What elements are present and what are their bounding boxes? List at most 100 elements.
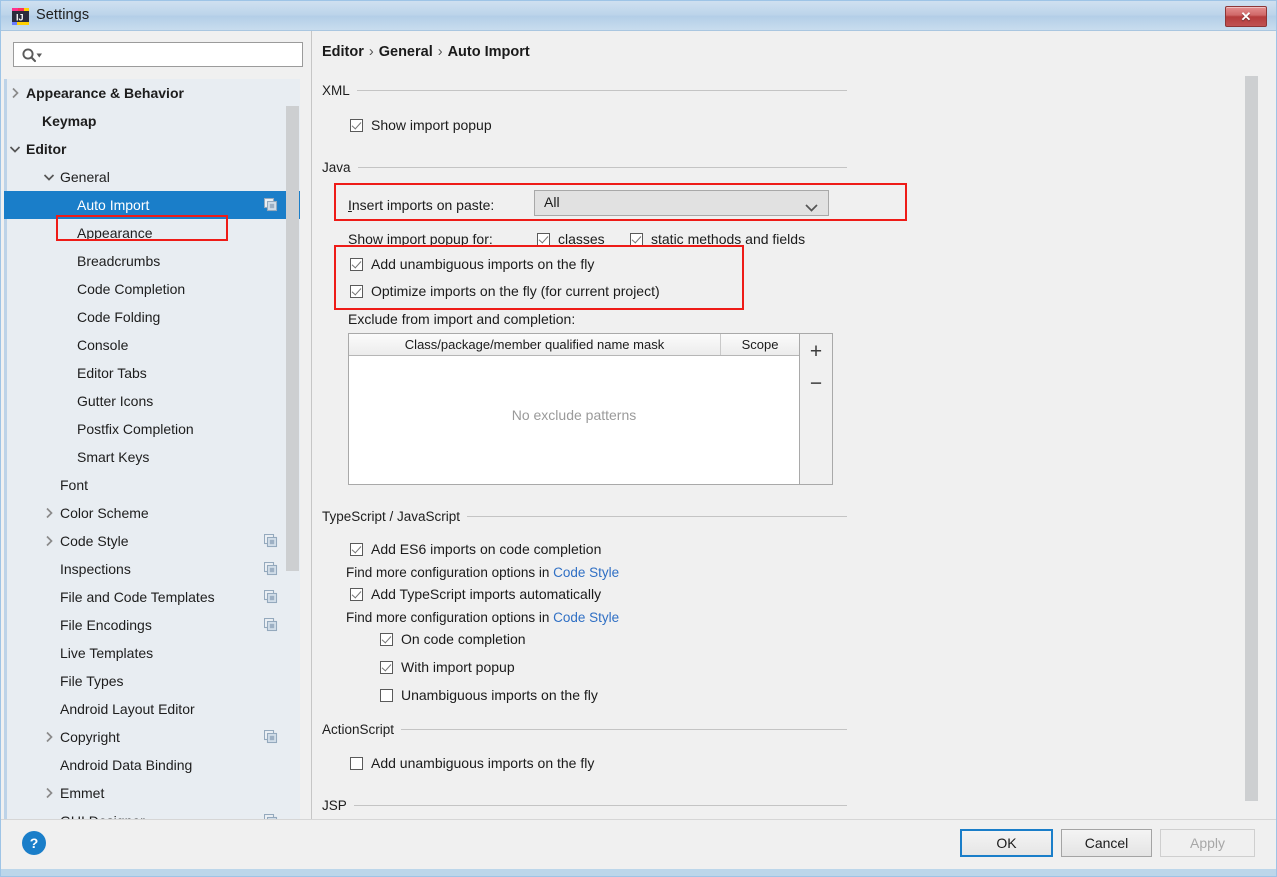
sidebar-item-file-encodings[interactable]: File Encodings [4, 611, 300, 639]
sidebar-item-emmet[interactable]: Emmet [4, 779, 300, 807]
add-pattern-button[interactable]: + [800, 338, 832, 366]
sidebar-item-keymap[interactable]: Keymap [4, 107, 300, 135]
sidebar-item-appearance-behavior[interactable]: Appearance & Behavior [4, 79, 300, 107]
sidebar-item-color-scheme[interactable]: Color Scheme [4, 499, 300, 527]
checkbox-optimize-imports[interactable] [350, 284, 363, 298]
cancel-button[interactable]: Cancel [1061, 829, 1152, 857]
checkbox-row-show-import-popup[interactable]: Show import popup [350, 117, 492, 133]
sidebar-item-inspections[interactable]: Inspections [4, 555, 300, 583]
insert-imports-on-paste-select[interactable]: All [534, 190, 829, 216]
sidebar-item-general[interactable]: General [4, 163, 300, 191]
column-header-mask[interactable]: Class/package/member qualified name mask [349, 334, 721, 355]
sidebar-item-appearance[interactable]: Appearance [4, 219, 300, 247]
sidebar-item-label: Console [77, 337, 129, 353]
checkbox-row-add-unambiguous-actionscript[interactable]: Add unambiguous imports on the fly [350, 755, 594, 771]
checkbox-static-methods[interactable] [630, 232, 643, 246]
remove-pattern-button[interactable]: − [800, 370, 832, 398]
group-title-java: Java [322, 160, 351, 175]
sidebar-item-font[interactable]: Font [4, 471, 300, 499]
label-show-import-popup: Show import popup [371, 117, 492, 133]
checkbox-row-on-code-completion[interactable]: On code completion [380, 631, 526, 647]
chevron-right-icon[interactable] [42, 730, 56, 744]
mnemonic-classes: c [558, 231, 565, 247]
checkbox-row-add-unambiguous-java[interactable]: Add unambiguous imports on the fly [350, 256, 594, 272]
checkbox-row-optimize-imports[interactable]: Optimize imports on the fly (for current… [350, 283, 660, 299]
sidebar-item-code-style[interactable]: Code Style [4, 527, 300, 555]
sidebar-item-code-folding[interactable]: Code Folding [4, 303, 300, 331]
duplicate-icon[interactable] [263, 197, 278, 212]
checkbox-unambiguous-fly-ts[interactable] [380, 688, 393, 702]
settings-tree[interactable]: Appearance & Behavior Keymap Editor General… [4, 79, 300, 847]
column-header-scope[interactable]: Scope [721, 334, 799, 355]
checkbox-row-with-import-popup[interactable]: With import popup [380, 659, 515, 675]
checkbox-add-unambiguous-java[interactable] [350, 257, 363, 271]
duplicate-icon[interactable] [263, 589, 278, 604]
checkbox-add-unambiguous-actionscript[interactable] [350, 756, 363, 770]
sidebar-item-console[interactable]: Console [4, 331, 300, 359]
exclude-patterns-table[interactable]: Class/package/member qualified name mask… [348, 333, 800, 485]
sidebar-item-file-and-code-templates[interactable]: File and Code Templates [4, 583, 300, 611]
breadcrumb-general[interactable]: General [379, 44, 433, 60]
link-code-style-typescript[interactable]: Code Style [553, 610, 619, 625]
checkbox-classes[interactable] [537, 232, 550, 246]
checkbox-add-typescript[interactable] [350, 587, 363, 601]
sidebar-item-label: Appearance & Behavior [26, 85, 184, 101]
ok-button[interactable]: OK [960, 829, 1053, 857]
checkbox-with-import-popup[interactable] [380, 660, 393, 674]
sidebar-scrollbar-thumb[interactable] [286, 106, 299, 571]
content-scrollbar-thumb[interactable] [1245, 76, 1258, 801]
checkbox-row-add-es6[interactable]: Add ES6 imports on code completion [350, 541, 601, 557]
settings-content: Editor › General › Auto Import XML Show impo… [312, 31, 1259, 819]
chevron-right-icon[interactable] [8, 86, 22, 100]
sidebar-item-label: Auto Import [77, 197, 150, 213]
search-input[interactable] [47, 45, 301, 66]
help-button[interactable]: ? [22, 831, 46, 855]
sidebar-item-label: Live Templates [60, 645, 154, 661]
content-scrollbar-track[interactable] [1244, 31, 1259, 819]
mnemonic-static: s [651, 231, 658, 247]
chevron-right-icon[interactable] [42, 534, 56, 548]
sidebar-item-label: Inspections [60, 561, 131, 577]
sidebar-item-android-data-binding[interactable]: Android Data Binding [4, 751, 300, 779]
chevron-right-icon[interactable] [42, 786, 56, 800]
label-show-import-popup-for: Show import popup for: [348, 231, 493, 247]
sidebar-item-editor[interactable]: Editor [4, 135, 300, 163]
duplicate-icon[interactable] [263, 729, 278, 744]
sidebar-item-auto-import[interactable]: Auto Import [4, 191, 300, 219]
checkbox-row-add-typescript[interactable]: Add TypeScript imports automatically [350, 586, 601, 602]
chevron-down-icon[interactable] [8, 142, 22, 156]
checkbox-show-import-popup[interactable] [350, 118, 363, 132]
svg-text:IJ: IJ [16, 13, 24, 23]
sidebar-item-breadcrumbs[interactable]: Breadcrumbs [4, 247, 300, 275]
checkbox-add-es6[interactable] [350, 542, 363, 556]
checkbox-row-classes[interactable]: classes [537, 231, 605, 247]
sidebar-item-label: Font [60, 477, 89, 493]
duplicate-icon[interactable] [263, 533, 278, 548]
sidebar-item-code-completion[interactable]: Code Completion [4, 275, 300, 303]
sidebar-item-label: General [60, 169, 110, 185]
search-box[interactable] [13, 42, 303, 67]
sidebar-item-editor-tabs[interactable]: Editor Tabs [4, 359, 300, 387]
link-code-style-es6[interactable]: Code Style [553, 565, 619, 580]
close-button[interactable]: ✕ [1225, 6, 1267, 27]
breadcrumb-editor[interactable]: Editor [322, 44, 364, 60]
label-unambiguous-fly-ts: Unambiguous imports on the fly [401, 687, 598, 703]
chevron-down-icon[interactable] [42, 170, 56, 184]
group-header-actionscript: ActionScript [322, 722, 847, 737]
sidebar-item-android-layout-editor[interactable]: Android Layout Editor [4, 695, 300, 723]
sidebar-item-live-templates[interactable]: Live Templates [4, 639, 300, 667]
duplicate-icon[interactable] [263, 561, 278, 576]
duplicate-icon[interactable] [263, 617, 278, 632]
window-title: Settings [36, 7, 90, 23]
sidebar-item-gutter-icons[interactable]: Gutter Icons [4, 387, 300, 415]
sidebar-item-copyright[interactable]: Copyright [4, 723, 300, 751]
checkbox-row-unambiguous-fly-ts[interactable]: Unambiguous imports on the fly [380, 687, 598, 703]
sidebar-item-file-types[interactable]: File Types [4, 667, 300, 695]
hint-code-style-es6: Find more configuration options in Code … [346, 565, 619, 580]
sidebar-item-smart-keys[interactable]: Smart Keys [4, 443, 300, 471]
sidebar-item-postfix-completion[interactable]: Postfix Completion [4, 415, 300, 443]
checkbox-on-code-completion[interactable] [380, 632, 393, 646]
checkbox-row-static-methods[interactable]: static methods and fields [630, 231, 805, 247]
sidebar-item-label: Android Data Binding [60, 757, 193, 773]
chevron-right-icon[interactable] [42, 506, 56, 520]
